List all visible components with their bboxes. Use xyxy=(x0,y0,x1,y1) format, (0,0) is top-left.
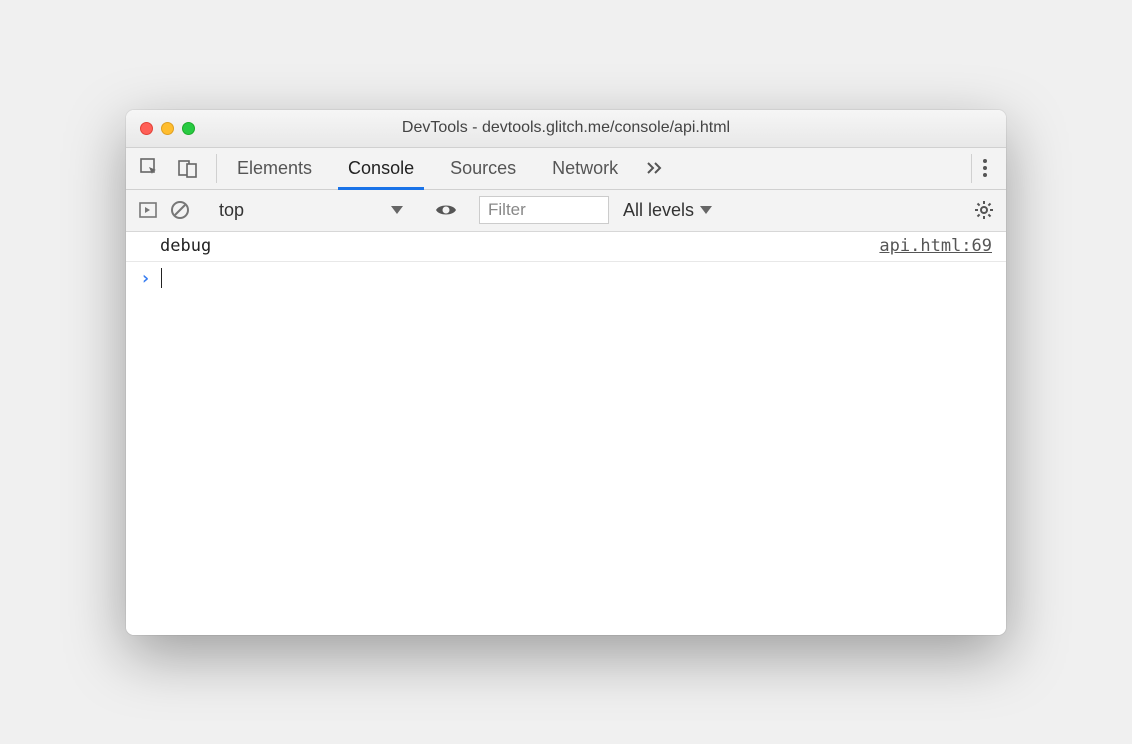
device-toolbar-icon[interactable] xyxy=(174,154,202,182)
tab-console[interactable]: Console xyxy=(330,148,432,189)
tab-elements[interactable]: Elements xyxy=(219,148,330,189)
tab-network[interactable]: Network xyxy=(534,148,636,189)
console-output: debug api.html:69 › xyxy=(126,232,1006,635)
console-settings-icon[interactable] xyxy=(972,198,996,222)
zoom-window-button[interactable] xyxy=(182,122,195,135)
toggle-drawer-icon[interactable] xyxy=(136,198,160,222)
more-options-button[interactable] xyxy=(974,148,996,189)
tabs: Elements Console Sources Network xyxy=(219,148,674,189)
chevron-down-icon xyxy=(700,206,712,214)
minimize-window-button[interactable] xyxy=(161,122,174,135)
filter-input[interactable] xyxy=(479,196,609,224)
live-expression-icon[interactable] xyxy=(434,198,458,222)
log-message: debug xyxy=(160,236,211,256)
tab-sources[interactable]: Sources xyxy=(432,148,534,189)
devtools-window: DevTools - devtools.glitch.me/console/ap… xyxy=(126,110,1006,635)
log-source-link[interactable]: api.html:69 xyxy=(879,236,992,256)
window-title: DevTools - devtools.glitch.me/console/ap… xyxy=(126,119,1006,137)
devtools-tabbar: Elements Console Sources Network xyxy=(126,148,1006,190)
console-toolbar: top All levels xyxy=(126,190,1006,232)
chevron-down-icon xyxy=(391,206,403,214)
inspect-element-icon[interactable] xyxy=(136,154,164,182)
log-levels-select[interactable]: All levels xyxy=(617,200,718,221)
levels-label: All levels xyxy=(623,200,694,221)
more-tabs-button[interactable] xyxy=(636,148,674,189)
text-cursor xyxy=(161,268,163,288)
divider xyxy=(216,154,217,183)
prompt-chevron-icon: › xyxy=(140,268,151,289)
clear-console-icon[interactable] xyxy=(168,198,192,222)
context-label: top xyxy=(219,200,244,221)
close-window-button[interactable] xyxy=(140,122,153,135)
log-entry: debug api.html:69 xyxy=(126,232,1006,262)
divider xyxy=(971,154,972,183)
titlebar: DevTools - devtools.glitch.me/console/ap… xyxy=(126,110,1006,148)
execution-context-select[interactable]: top xyxy=(213,200,413,221)
traffic-lights xyxy=(140,122,195,135)
console-prompt[interactable]: › xyxy=(126,262,1006,295)
